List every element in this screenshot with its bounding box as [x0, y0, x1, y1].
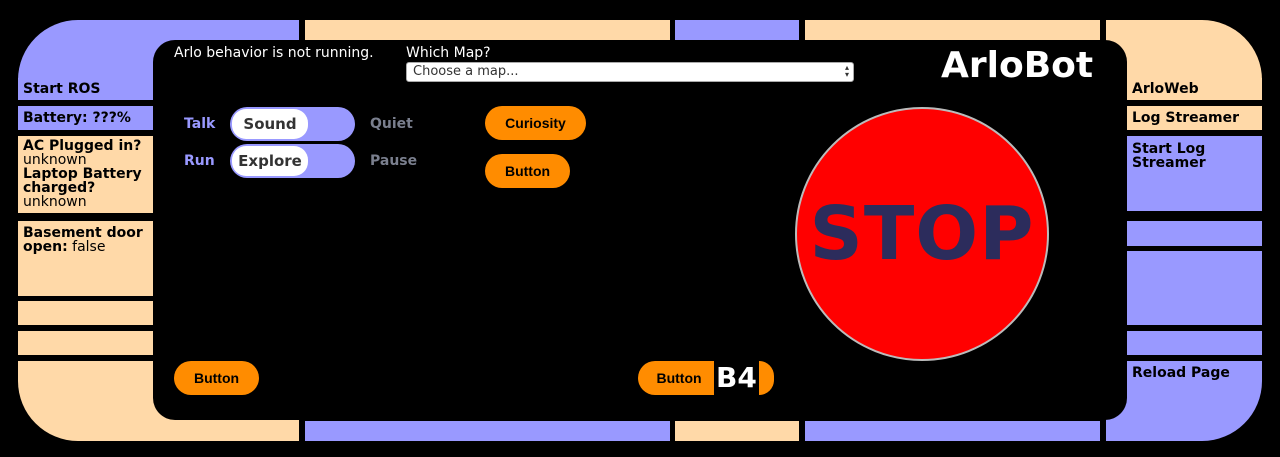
start-log-streamer-label: Start Log Streamer [1132, 141, 1206, 171]
map-label: Which Map? [406, 45, 491, 61]
explore-label: Explore [238, 152, 302, 170]
top-bar-segment [305, 20, 670, 40]
explore-toggle-knob[interactable]: Explore [232, 146, 308, 176]
start-log-streamer-button[interactable]: Start Log Streamer [1127, 136, 1262, 211]
right-frame-block [1127, 331, 1262, 355]
right-frame-block [1127, 221, 1262, 246]
log-streamer-label: Log Streamer [1132, 110, 1240, 126]
map-select[interactable]: Choose a map... ▴ ▾ [406, 62, 854, 82]
run-label: Run [184, 153, 215, 169]
reload-page-button[interactable]: Reload Page [1106, 361, 1262, 441]
curiosity-button[interactable]: Curiosity [485, 106, 586, 140]
b4-label: B4 [716, 361, 757, 394]
right-frame-block [1127, 251, 1262, 325]
basement-door-panel: Basement door open: false [18, 221, 153, 296]
stop-button[interactable]: STOP [795, 107, 1049, 361]
bottom-left-button[interactable]: Button [174, 361, 259, 395]
top-bar-segment [675, 20, 799, 40]
laptop-charged-label: Laptop Battery charged? [23, 166, 142, 196]
talk-label: Talk [184, 116, 216, 132]
bottom-bar-segment [675, 421, 799, 441]
action-button[interactable]: Button [485, 154, 570, 188]
select-arrows-icon: ▴ ▾ [844, 63, 849, 79]
left-frame-block [18, 301, 153, 325]
arloweb-label: ArloWeb [1132, 81, 1199, 97]
sound-label: Sound [243, 115, 297, 133]
log-streamer-button[interactable]: Log Streamer [1127, 106, 1262, 130]
start-ros-button[interactable]: Start ROS [18, 78, 153, 100]
sound-toggle-knob[interactable]: Sound [232, 109, 308, 139]
action-button-label: Button [504, 163, 551, 179]
power-status-panel: AC Plugged in? unknown Laptop Battery ch… [18, 136, 153, 213]
map-select-value: Choose a map... [413, 64, 519, 79]
quiet-label: Quiet [370, 116, 413, 132]
top-bar-segment [805, 20, 1100, 40]
basement-door-value: false [72, 239, 106, 255]
start-ros-label: Start ROS [23, 81, 101, 97]
laptop-charged-value: unknown [23, 194, 87, 210]
bottom-left-button-label: Button [193, 370, 240, 386]
bottom-button[interactable]: Button [638, 361, 714, 395]
bottom-button-label: Button [656, 370, 702, 386]
battery-status: Battery: ???% [18, 106, 153, 130]
arloweb-button[interactable]: ArloWeb [1127, 78, 1262, 100]
curiosity-button-label: Curiosity [505, 115, 566, 131]
page-title: ArloBot [941, 45, 1094, 86]
bottom-bar-segment [805, 421, 1100, 441]
run-toggle[interactable]: Explore [230, 144, 355, 178]
left-frame-block [18, 331, 153, 355]
stop-label: STOP [809, 191, 1035, 277]
behavior-status: Arlo behavior is not running. [174, 45, 374, 61]
pause-label: Pause [370, 153, 418, 169]
ac-plugged-value: unknown [23, 152, 87, 168]
ac-plugged-label: AC Plugged in? [23, 138, 142, 154]
reload-page-label: Reload Page [1132, 365, 1230, 381]
bottom-bar-segment [305, 421, 670, 441]
talk-toggle[interactable]: Sound [230, 107, 355, 141]
battery-label: Battery: ???% [23, 110, 131, 126]
